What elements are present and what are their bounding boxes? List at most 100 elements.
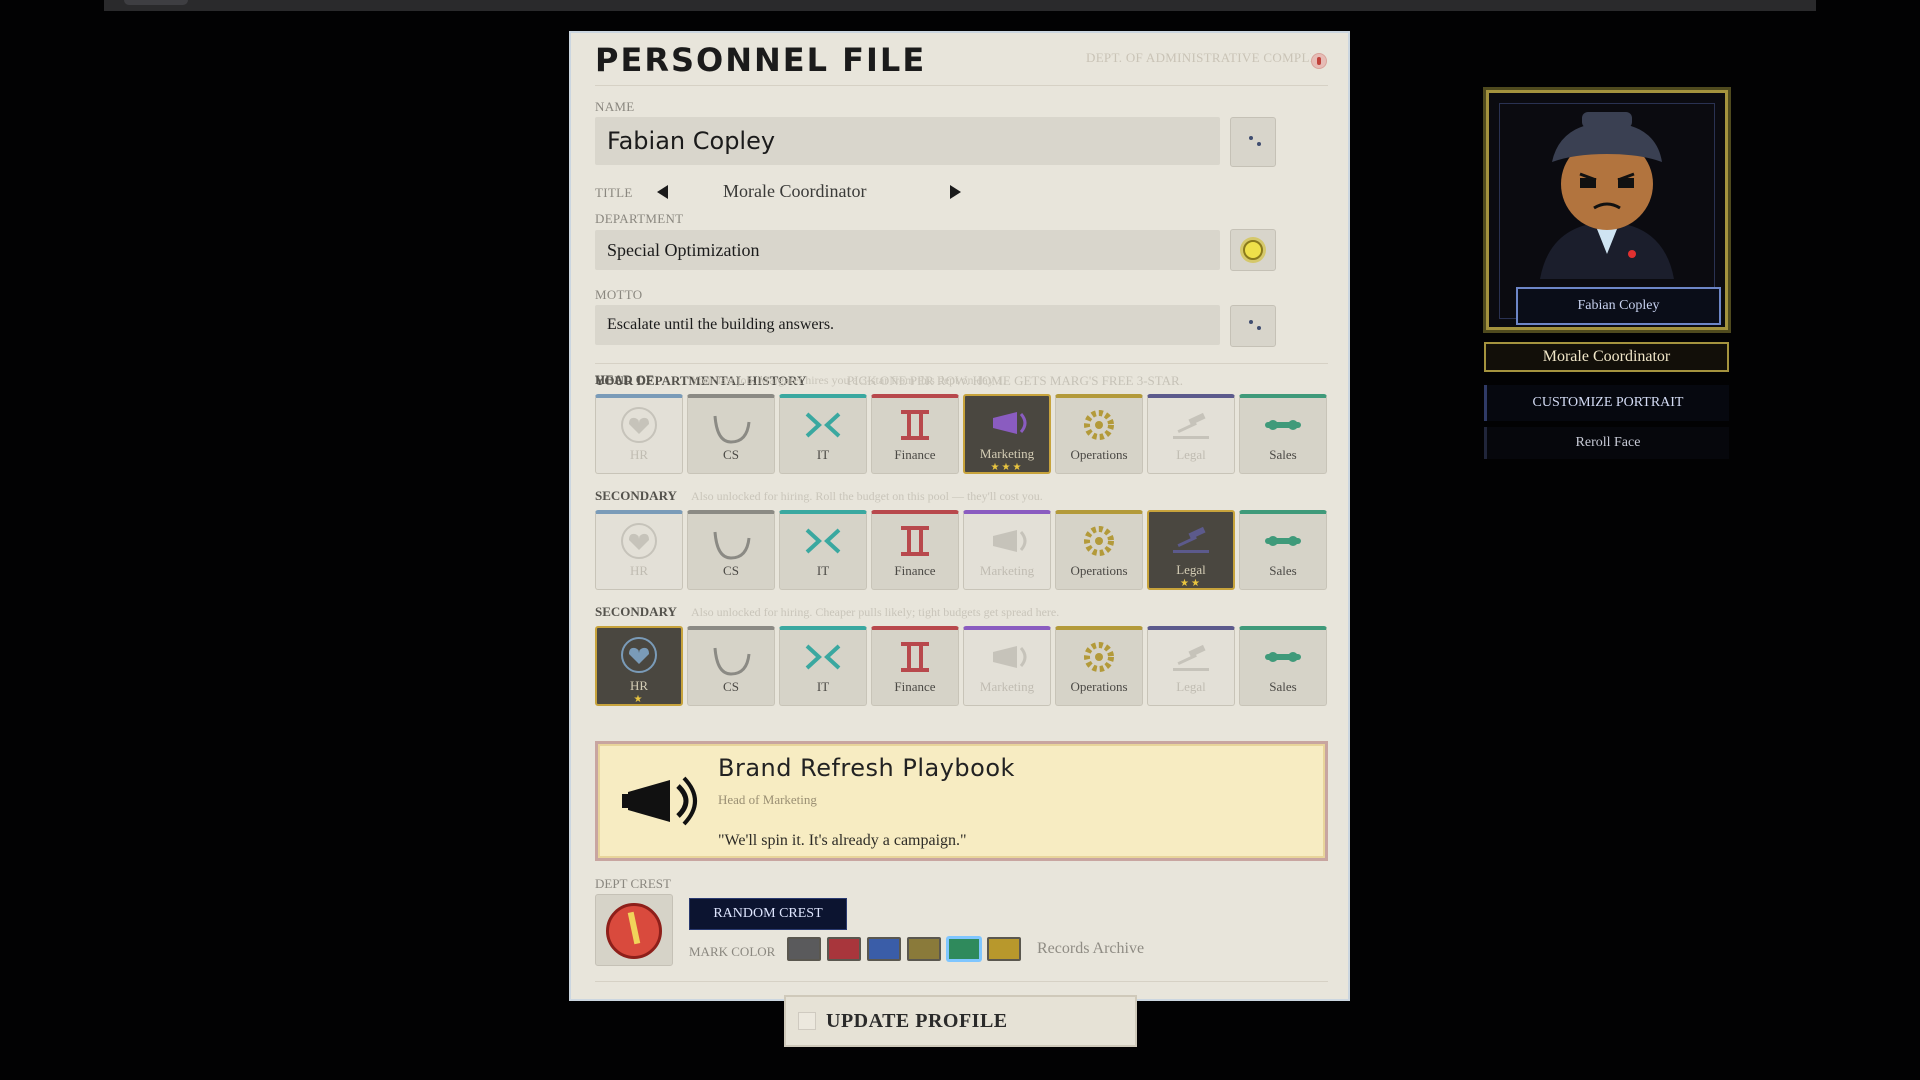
dept-tile-finance[interactable]: Finance — [871, 394, 959, 474]
crest-preview[interactable] — [595, 894, 673, 966]
department-field[interactable]: Special Optimization — [595, 230, 1220, 270]
dept-tile-sales[interactable]: Sales — [1239, 510, 1327, 590]
dept-tile-finance[interactable]: Finance — [871, 510, 959, 590]
records-archive-link[interactable]: Records Archive — [1037, 940, 1144, 958]
motto-field[interactable]: Escalate until the building answers. — [595, 305, 1220, 345]
title-prev-icon[interactable] — [657, 185, 668, 199]
dept-tile-label: Marketing — [979, 446, 1035, 461]
title-value: Morale Coordinator — [723, 181, 867, 201]
mark-color-swatch[interactable] — [867, 937, 901, 961]
dept-tile-operations[interactable]: Operations — [1055, 394, 1143, 474]
marketing-icon — [993, 646, 1027, 668]
divider — [595, 981, 1328, 982]
divider — [595, 85, 1328, 86]
dept-tile-label: IT — [816, 447, 830, 462]
dice-icon — [1249, 320, 1265, 332]
dept-tile-operations[interactable]: Operations — [1055, 626, 1143, 706]
dept-tile-sales[interactable]: Sales — [1239, 626, 1327, 706]
perk-title: Brand Refresh Playbook — [718, 754, 1015, 782]
customize-portrait-button[interactable]: CUSTOMIZE PORTRAIT — [1484, 385, 1729, 421]
dept-tile-cs[interactable]: CS — [687, 626, 775, 706]
finance-icon — [901, 526, 929, 556]
dept-tile-legal[interactable]: Legal ★★ — [1147, 510, 1235, 590]
mark-color-swatch[interactable] — [827, 937, 861, 961]
dept-tile-label: HR — [629, 678, 649, 693]
name-field[interactable]: Fabian Copley — [595, 117, 1220, 165]
department-randomize-button[interactable] — [1230, 229, 1276, 271]
portrait-frame: Fabian Copley — [1486, 90, 1728, 330]
title-next-icon[interactable] — [950, 185, 961, 199]
top-bar-handle[interactable] — [124, 0, 188, 5]
dept-tile-hr[interactable]: HR ★ — [595, 626, 683, 706]
dept-tile-it[interactable]: IT — [779, 510, 867, 590]
dept-tile-hr[interactable]: HR — [595, 394, 683, 474]
cs-icon — [713, 415, 751, 444]
finance-icon — [901, 642, 929, 672]
dept-tile-row: HR ★ CS IT Finance Marketing Operations Legal Sa… — [595, 626, 1327, 706]
history-row-note: Your last job. Margaret hires you a 3-st… — [691, 373, 1006, 387]
department-label: DEPARTMENT — [595, 211, 684, 226]
checkbox-icon — [798, 1012, 816, 1030]
mark-color-swatch[interactable] — [907, 937, 941, 961]
dept-tile-label: Operations — [1070, 679, 1128, 694]
random-crest-button[interactable]: RANDOM CREST — [689, 898, 847, 930]
operations-icon — [1084, 410, 1114, 440]
portrait-role: Morale Coordinator — [1484, 342, 1729, 372]
legal-icon — [1173, 412, 1209, 439]
motto-randomize-button[interactable] — [1230, 305, 1276, 347]
history-row-label: SECONDARY — [595, 488, 677, 503]
dept-tile-label: Legal — [1176, 562, 1206, 577]
dept-tile-label: Finance — [894, 563, 936, 578]
dept-tile-label: IT — [816, 563, 830, 578]
reroll-face-button[interactable]: Reroll Face — [1484, 427, 1729, 459]
dept-tile-label: Sales — [1269, 447, 1297, 462]
dept-tile-marketing[interactable]: Marketing ★★★ — [963, 394, 1051, 474]
crest-label: DEPT CREST — [595, 876, 671, 891]
dept-tile-it[interactable]: IT — [779, 394, 867, 474]
sales-icon — [1265, 536, 1301, 546]
motto-label: MOTTO — [595, 287, 643, 302]
legal-icon — [1173, 644, 1209, 671]
finance-icon — [901, 410, 929, 440]
update-profile-button[interactable]: UPDATE PROFILE — [784, 995, 1137, 1047]
dept-tile-row: HR CS IT Finance Marketing Operations Legal ★★ S… — [595, 510, 1327, 590]
dept-tile-sales[interactable]: Sales — [1239, 394, 1327, 474]
name-randomize-button[interactable] — [1230, 117, 1276, 167]
perk-quote: "We'll spin it. It's already a campaign.… — [718, 832, 967, 849]
dept-tile-it[interactable]: IT — [779, 626, 867, 706]
mark-color-swatch[interactable] — [947, 937, 981, 961]
dept-tile-hr[interactable]: HR — [595, 510, 683, 590]
page-title: PERSONNEL FILE — [595, 41, 927, 79]
dept-tile-cs[interactable]: CS — [687, 394, 775, 474]
dept-tile-legal[interactable]: Legal — [1147, 626, 1235, 706]
dept-tile-label: Finance — [894, 447, 936, 462]
dept-tile-cs[interactable]: CS — [687, 510, 775, 590]
legal-icon — [1173, 526, 1209, 553]
perk-card: Brand Refresh Playbook Head of Marketing… — [595, 741, 1328, 861]
mark-color-swatch[interactable] — [787, 937, 821, 961]
dept-tile-legal[interactable]: Legal — [1147, 394, 1235, 474]
dept-tile-label: Marketing — [979, 563, 1035, 578]
hr-icon — [621, 523, 657, 559]
cs-icon — [713, 531, 751, 560]
sun-icon — [1243, 240, 1263, 260]
dept-tile-label: Sales — [1269, 679, 1297, 694]
name-label: NAME — [595, 99, 635, 114]
dept-tile-label: HR — [629, 447, 649, 462]
dept-tile-marketing[interactable]: Marketing — [963, 626, 1051, 706]
sales-icon — [1265, 652, 1301, 662]
dept-tile-label: CS — [723, 679, 739, 694]
dept-tile-label: CS — [723, 447, 739, 462]
dept-tile-finance[interactable]: Finance — [871, 626, 959, 706]
dept-subtitle: DEPT. OF ADMINISTRATIVE COMPLIANCE — [1086, 50, 1311, 65]
dept-tile-label: Sales — [1269, 563, 1297, 578]
character-portrait — [1540, 112, 1674, 279]
dept-tile-operations[interactable]: Operations — [1055, 510, 1143, 590]
dept-tile-marketing[interactable]: Marketing — [963, 510, 1051, 590]
close-icon[interactable] — [1311, 53, 1327, 69]
mark-color-swatch[interactable] — [987, 937, 1021, 961]
history-row-note: Also unlocked for hiring. Cheaper pulls … — [691, 605, 1060, 619]
dice-icon — [1249, 136, 1265, 148]
portrait-name: Fabian Copley — [1516, 287, 1721, 325]
hr-icon — [621, 637, 657, 673]
